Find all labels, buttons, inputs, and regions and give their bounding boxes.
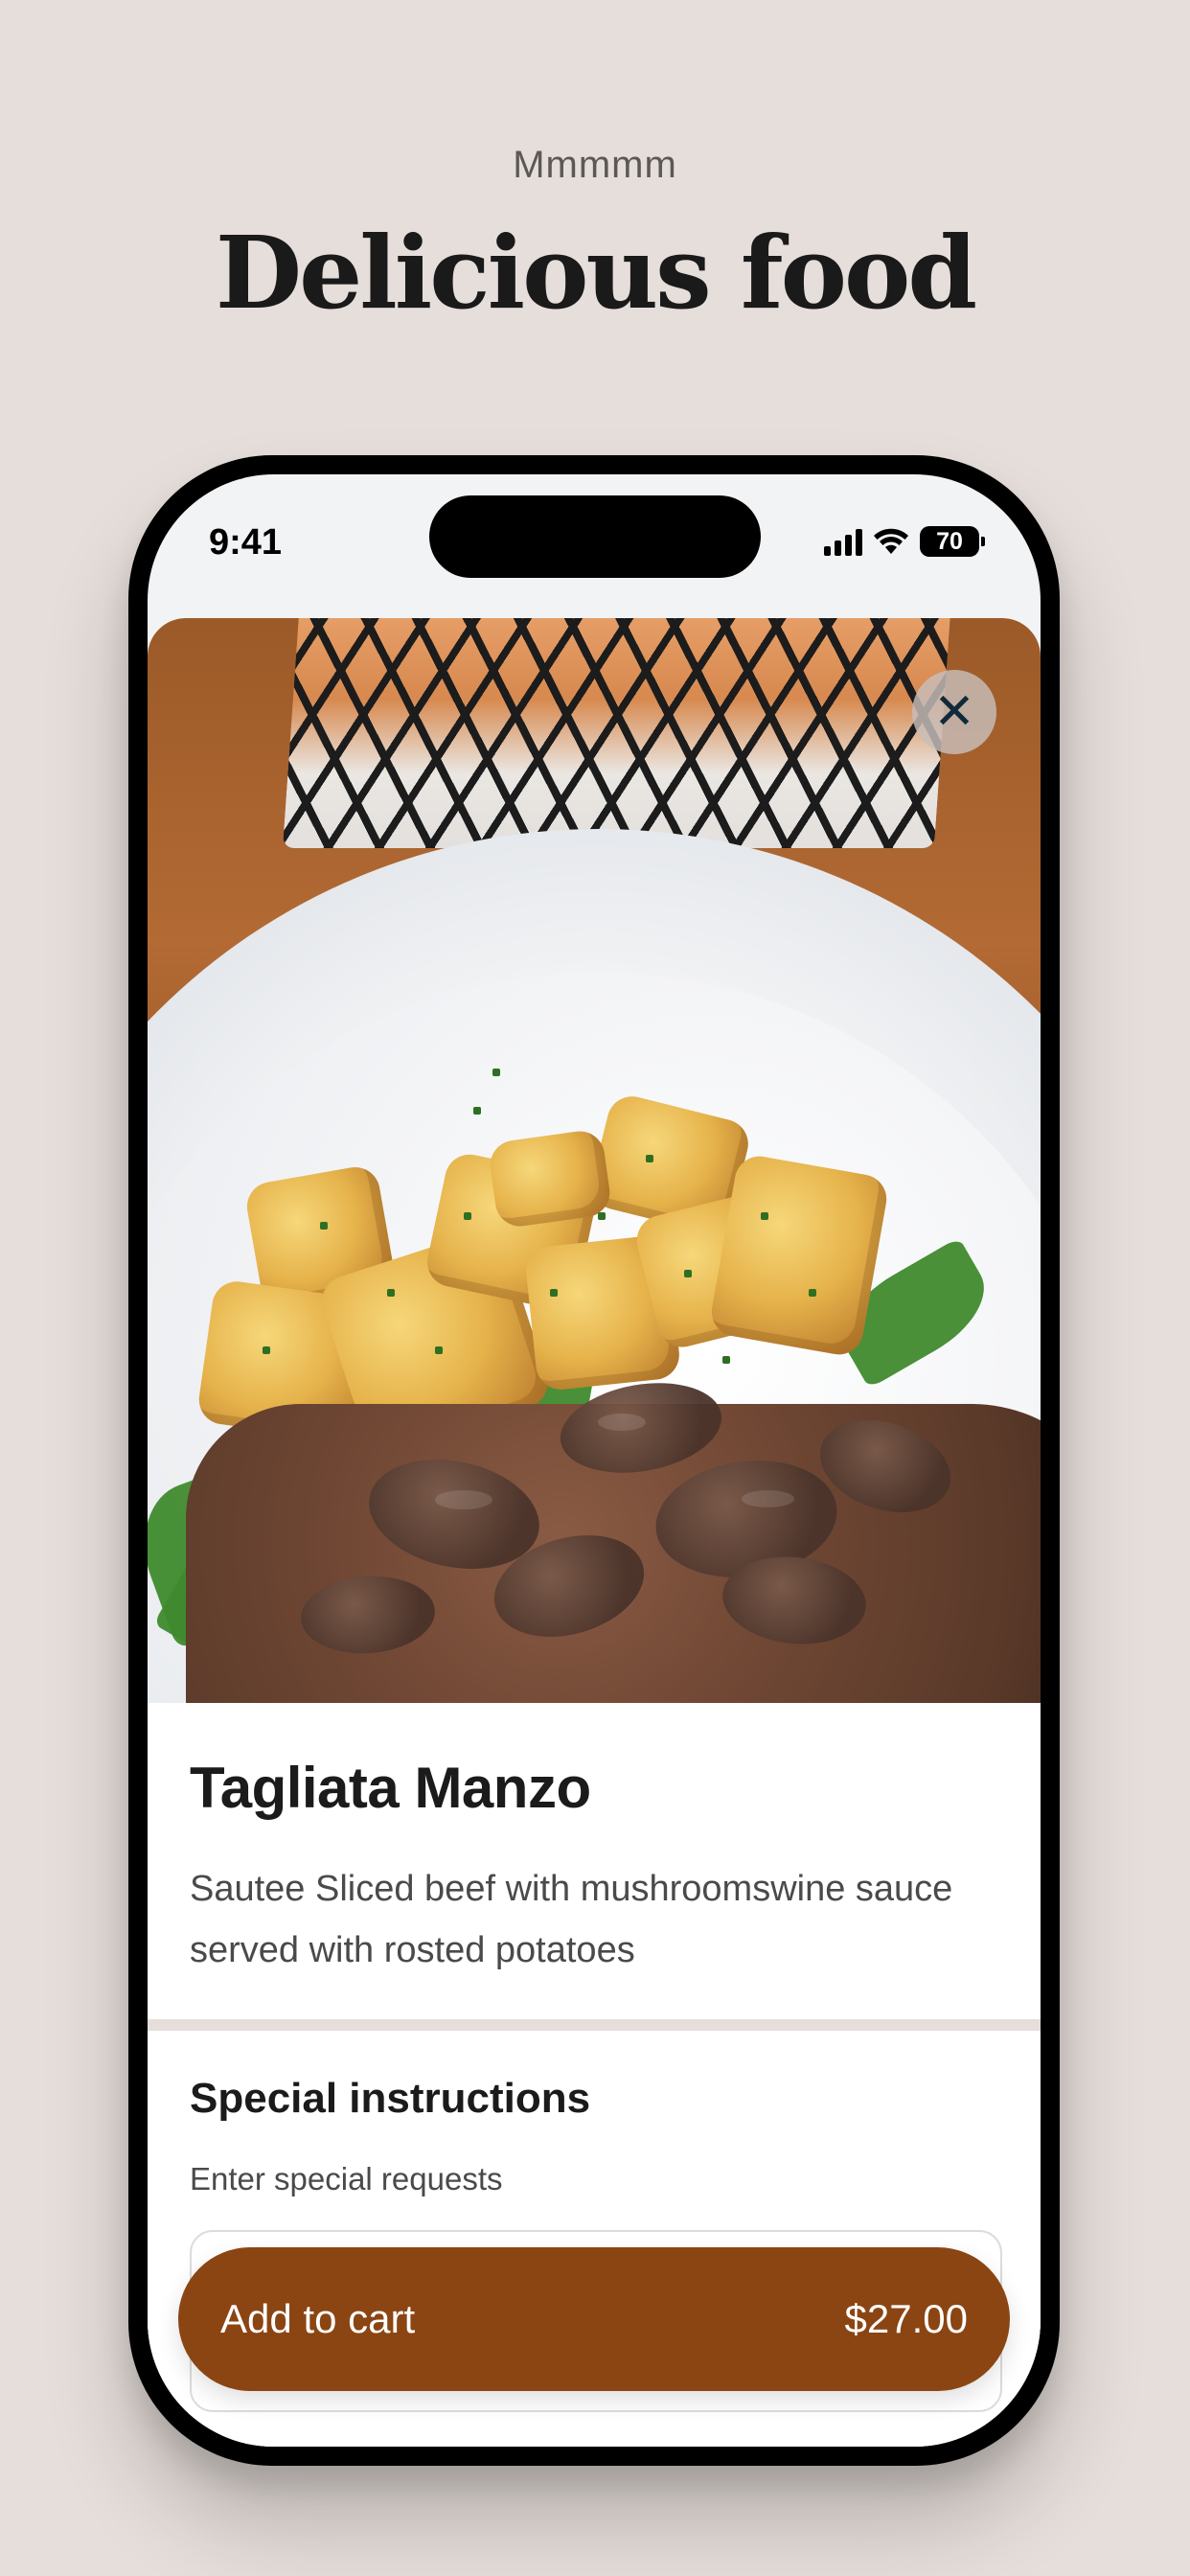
phone-frame: 9:41 70 ✕ Tagliata Manzo Sautee Sliced b…: [128, 455, 1060, 2466]
add-to-cart-label: Add to cart: [220, 2296, 416, 2341]
cart-price: $27.00: [844, 2296, 968, 2341]
hero-title: Delicious food: [215, 214, 977, 332]
signal-icon: [824, 527, 862, 556]
special-instructions-subtitle: Enter special requests: [190, 2161, 503, 2196]
dish-description: Sautee Sliced beef with mushroomswine sa…: [190, 1869, 953, 1970]
bread-basket: [282, 618, 952, 848]
wifi-icon: [874, 528, 908, 554]
add-to-cart-button[interactable]: Add to cart $27.00: [178, 2247, 1010, 2391]
food-photo: ✕: [148, 618, 1041, 1703]
special-instructions-title: Special instructions: [190, 2075, 591, 2122]
status-time: 9:41: [209, 522, 283, 563]
hero-eyebrow: Mmmmm: [513, 144, 677, 186]
dish-sheet: ✕ Tagliata Manzo Sautee Sliced beef with…: [148, 618, 1041, 2447]
dish-details: Tagliata Manzo Sautee Sliced beef with m…: [148, 1703, 1041, 2019]
dynamic-island: [429, 495, 761, 578]
dish-title: Tagliata Manzo: [190, 1756, 591, 1820]
phone-screen: 9:41 70 ✕ Tagliata Manzo Sautee Sliced b…: [148, 474, 1041, 2447]
section-divider: [148, 2019, 1041, 2031]
status-icons: 70: [824, 526, 985, 557]
close-icon: ✕: [933, 684, 975, 740]
close-button[interactable]: ✕: [912, 670, 996, 754]
hero-header: Mmmmm Delicious food: [0, 144, 1190, 332]
battery-icon: 70: [920, 526, 985, 557]
status-bar: 9:41 70: [148, 474, 1041, 609]
